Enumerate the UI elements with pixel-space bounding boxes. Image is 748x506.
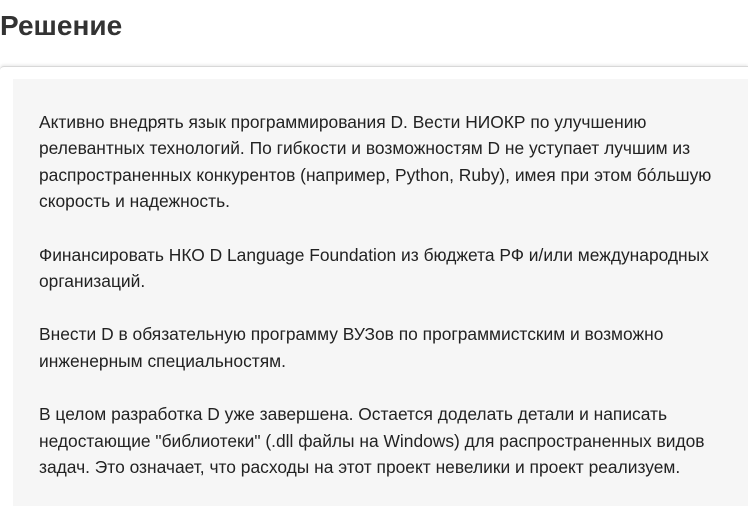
section-title: Решение [0, 10, 123, 41]
solution-paragraph: Активно внедрять язык программирования D… [39, 112, 712, 212]
solution-paragraph: Финансировать НКО D Language Foundation … [39, 244, 709, 292]
solution-paragraph: В целом разработка D уже завершена. Оста… [39, 404, 705, 478]
solution-panel: Активно внедрять язык программирования D… [0, 66, 748, 506]
solution-content: Активно внедрять язык программирования D… [39, 109, 744, 506]
solution-paragraph: Внести D в обязательную программу ВУЗов … [39, 324, 664, 371]
solution-panel-body: Активно внедрять язык программирования D… [13, 79, 748, 506]
